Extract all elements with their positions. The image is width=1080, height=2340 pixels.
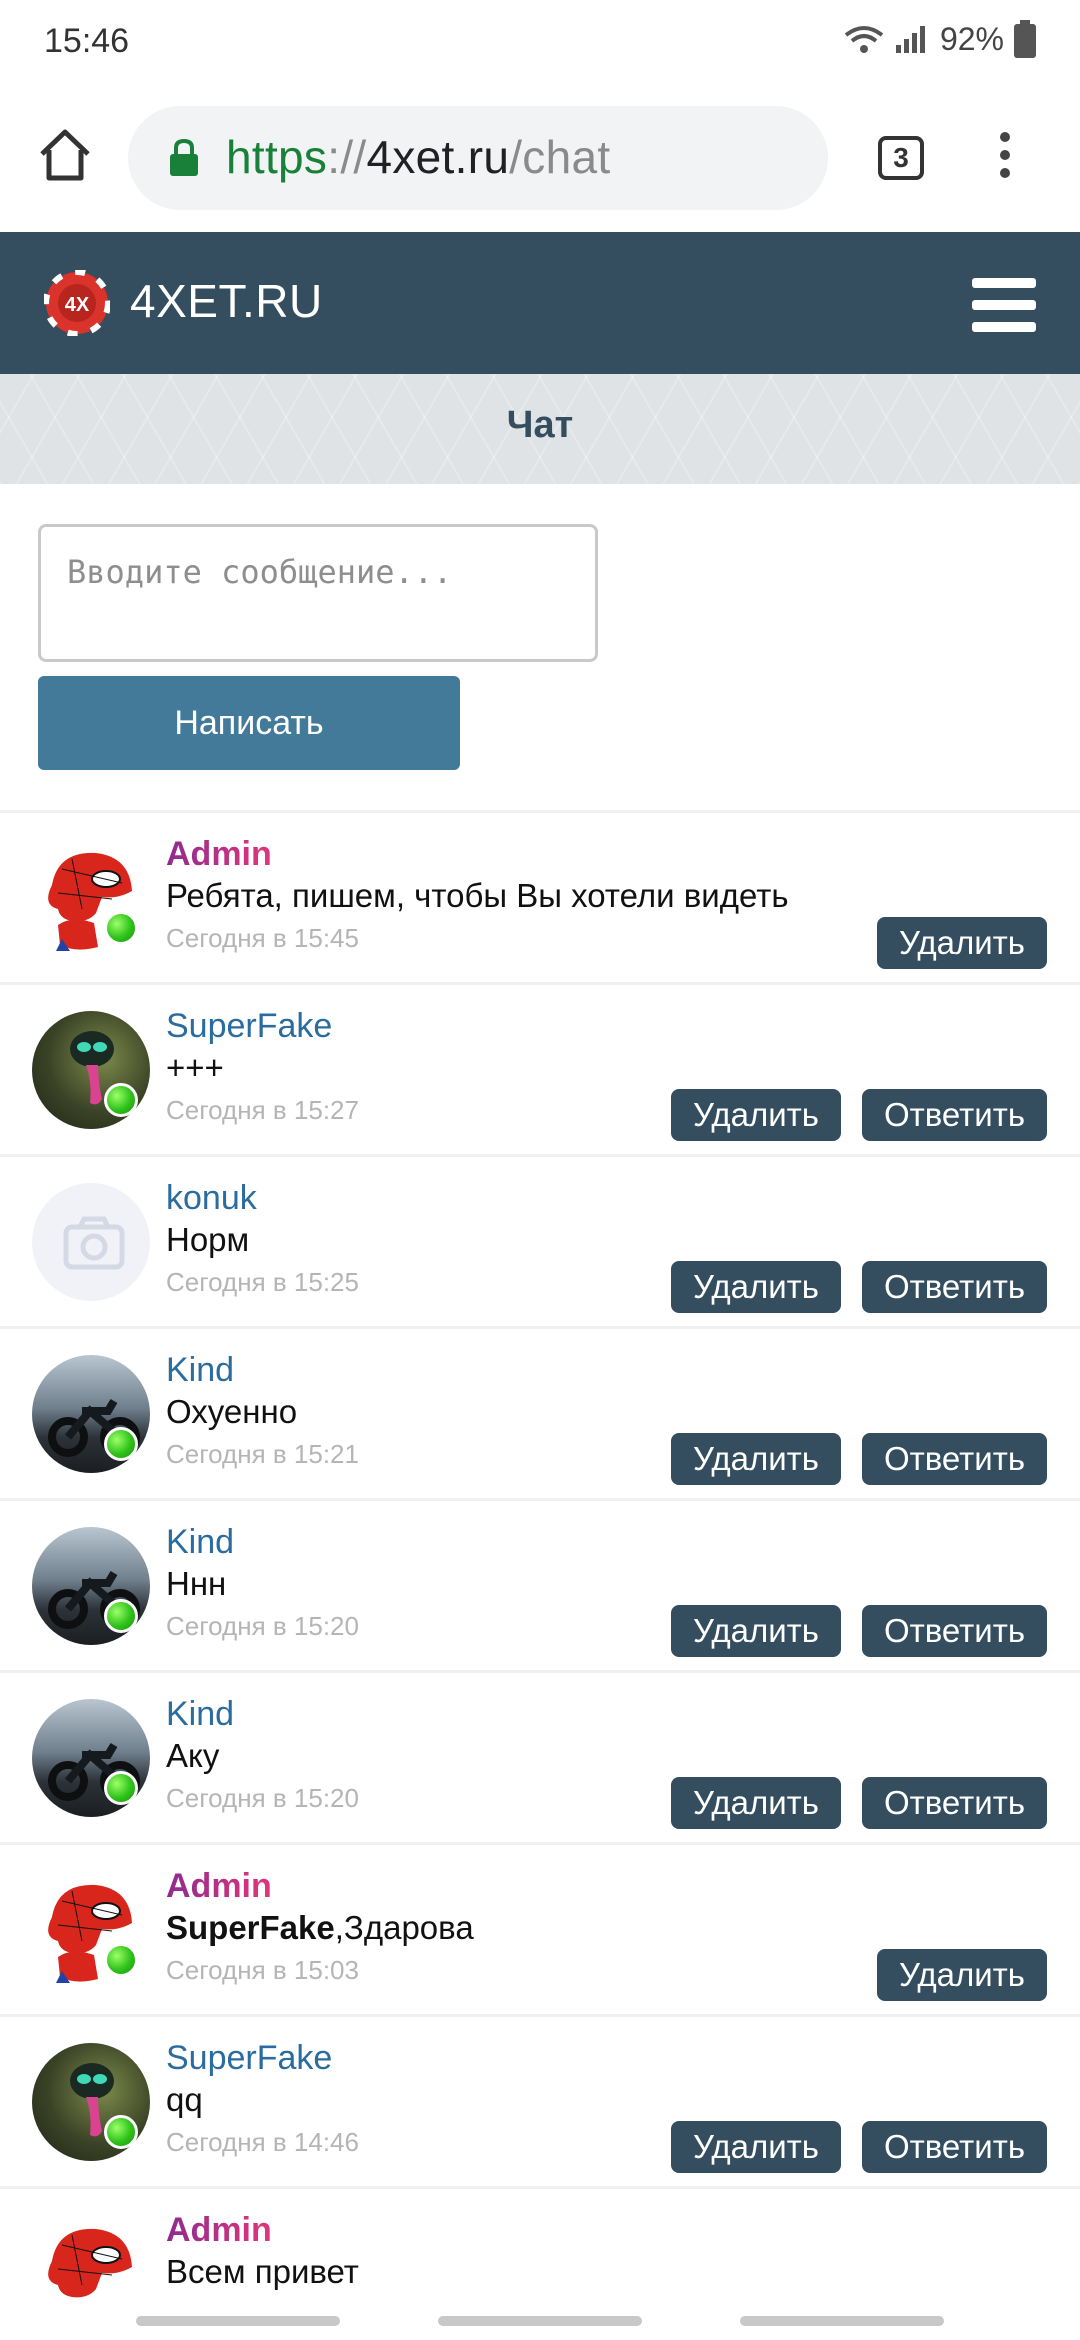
page-title: Чат	[506, 404, 574, 446]
message-text: Всем привет	[166, 2253, 359, 2290]
username[interactable]: Admin	[166, 1867, 272, 1906]
delete-button[interactable]: Удалить	[671, 2121, 841, 2173]
nav-pill[interactable]	[740, 2316, 944, 2326]
delete-button[interactable]: Удалить	[877, 917, 1047, 969]
message-item: Kind Охуенно Сегодня в 15:21 Удалить Отв…	[0, 1326, 1080, 1498]
message-text: qq	[166, 2081, 203, 2118]
username[interactable]: Admin	[166, 2211, 272, 2250]
username[interactable]: SuperFake	[166, 1007, 332, 1046]
message-time: Сегодня в 15:21	[166, 1439, 359, 1469]
delete-button[interactable]: Удалить	[671, 1605, 841, 1657]
address-bar[interactable]: https://4xet.ru/chat	[128, 106, 828, 210]
logo-text: 4X	[65, 294, 90, 316]
online-status-icon	[104, 1771, 138, 1805]
message-time: Сегодня в 15:25	[166, 1267, 359, 1297]
signal-icon	[895, 26, 925, 53]
wifi-icon	[844, 26, 884, 53]
site-name[interactable]: 4XET.RU	[130, 274, 323, 328]
avatar[interactable]	[32, 1183, 150, 1301]
page-title-band: Чат	[0, 374, 1080, 484]
message-text: Охуенно	[166, 1393, 298, 1430]
more-menu-icon[interactable]	[990, 132, 1020, 188]
browser-toolbar: https://4xet.ru/chat 3	[0, 84, 1080, 232]
url-path: /chat	[509, 131, 611, 183]
poker-chip-logo-icon[interactable]: 4X	[44, 270, 110, 336]
reply-button[interactable]: Ответить	[862, 1261, 1047, 1313]
camera-placeholder-icon	[63, 1216, 125, 1270]
tab-switcher-button[interactable]: 3	[878, 136, 924, 180]
message-item: Kind Аку Сегодня в 15:20 Удалить Ответит…	[0, 1670, 1080, 1842]
delete-button[interactable]: Удалить	[671, 1089, 841, 1141]
online-status-icon	[104, 2115, 138, 2149]
message-text: Ннн	[166, 1565, 227, 1602]
delete-button[interactable]: Удалить	[671, 1433, 841, 1485]
hamburger-menu-icon[interactable]	[972, 278, 1036, 332]
message-item: konuk Норм Сегодня в 15:25 Удалить Ответ…	[0, 1154, 1080, 1326]
lock-icon	[170, 138, 198, 176]
status-time: 15:46	[44, 22, 130, 60]
username[interactable]: Kind	[166, 1695, 234, 1734]
url-host: 4xet.ru	[366, 131, 510, 183]
reply-button[interactable]: Ответить	[862, 1777, 1047, 1829]
battery-icon	[1014, 20, 1036, 58]
message-time: Сегодня в 15:27	[166, 1095, 359, 1125]
gesture-nav-bar	[0, 2310, 1080, 2340]
message-time: Сегодня в 15:03	[166, 1955, 359, 1985]
message-item: SuperFake +++ Сегодня в 15:27 Удалить От…	[0, 982, 1080, 1154]
site-header: 4X 4XET.RU	[0, 232, 1080, 374]
delete-button[interactable]: Удалить	[671, 1777, 841, 1829]
delete-button[interactable]: Удалить	[877, 1949, 1047, 2001]
message-time: Сегодня в 14:46	[166, 2127, 359, 2157]
url-scheme: https	[226, 131, 328, 183]
message-item: Admin SuperFake,Здарова Сегодня в 15:03 …	[0, 1842, 1080, 2014]
reply-button[interactable]: Ответить	[862, 1605, 1047, 1657]
status-icons: 92%	[844, 20, 1036, 58]
username[interactable]: Admin	[166, 835, 272, 874]
online-status-icon	[104, 911, 138, 945]
message-text: Аку	[166, 1737, 220, 1774]
online-status-icon	[104, 1943, 138, 1977]
message-item: Admin Ребята, пишем, чтобы Вы хотели вид…	[0, 810, 1080, 982]
status-bar: 15:46 92%	[0, 0, 1080, 84]
message-item: SuperFake qq Сегодня в 14:46 Удалить Отв…	[0, 2014, 1080, 2186]
reply-button[interactable]: Ответить	[862, 2121, 1047, 2173]
online-status-icon	[104, 1599, 138, 1633]
username[interactable]: SuperFake	[166, 2039, 332, 2078]
message-text: Норм	[166, 1221, 250, 1258]
message-time: Сегодня в 15:45	[166, 923, 359, 953]
username[interactable]: konuk	[166, 1179, 257, 1218]
delete-button[interactable]: Удалить	[671, 1261, 841, 1313]
url-separator: ://	[327, 131, 367, 183]
online-status-icon	[104, 1427, 138, 1461]
message-time: Сегодня в 15:20	[166, 1611, 359, 1641]
message-text: SuperFake,Здарова	[166, 1909, 474, 1947]
nav-pill[interactable]	[136, 2316, 340, 2326]
online-status-icon	[104, 1083, 138, 1117]
reply-button[interactable]: Ответить	[862, 1433, 1047, 1485]
username[interactable]: Kind	[166, 1523, 234, 1562]
battery-percent: 92%	[939, 20, 1004, 57]
home-icon[interactable]	[36, 126, 94, 184]
message-text: +++	[166, 1049, 224, 1086]
message-text: Ребята, пишем, чтобы Вы хотели видеть	[166, 877, 789, 914]
message-item: Kind Ннн Сегодня в 15:20 Удалить Ответит…	[0, 1498, 1080, 1670]
message-body: ,Здарова	[334, 1909, 474, 1946]
mention[interactable]: SuperFake	[166, 1909, 335, 1946]
message-time: Сегодня в 15:20	[166, 1783, 359, 1813]
message-list: Admin Ребята, пишем, чтобы Вы хотели вид…	[0, 810, 1080, 2340]
reply-button[interactable]: Ответить	[862, 1089, 1047, 1141]
send-button[interactable]: Написать	[38, 676, 460, 770]
username[interactable]: Kind	[166, 1351, 234, 1390]
message-input[interactable]	[38, 524, 598, 662]
url-text: https://4xet.ru/chat	[226, 130, 610, 184]
nav-pill[interactable]	[438, 2316, 642, 2326]
